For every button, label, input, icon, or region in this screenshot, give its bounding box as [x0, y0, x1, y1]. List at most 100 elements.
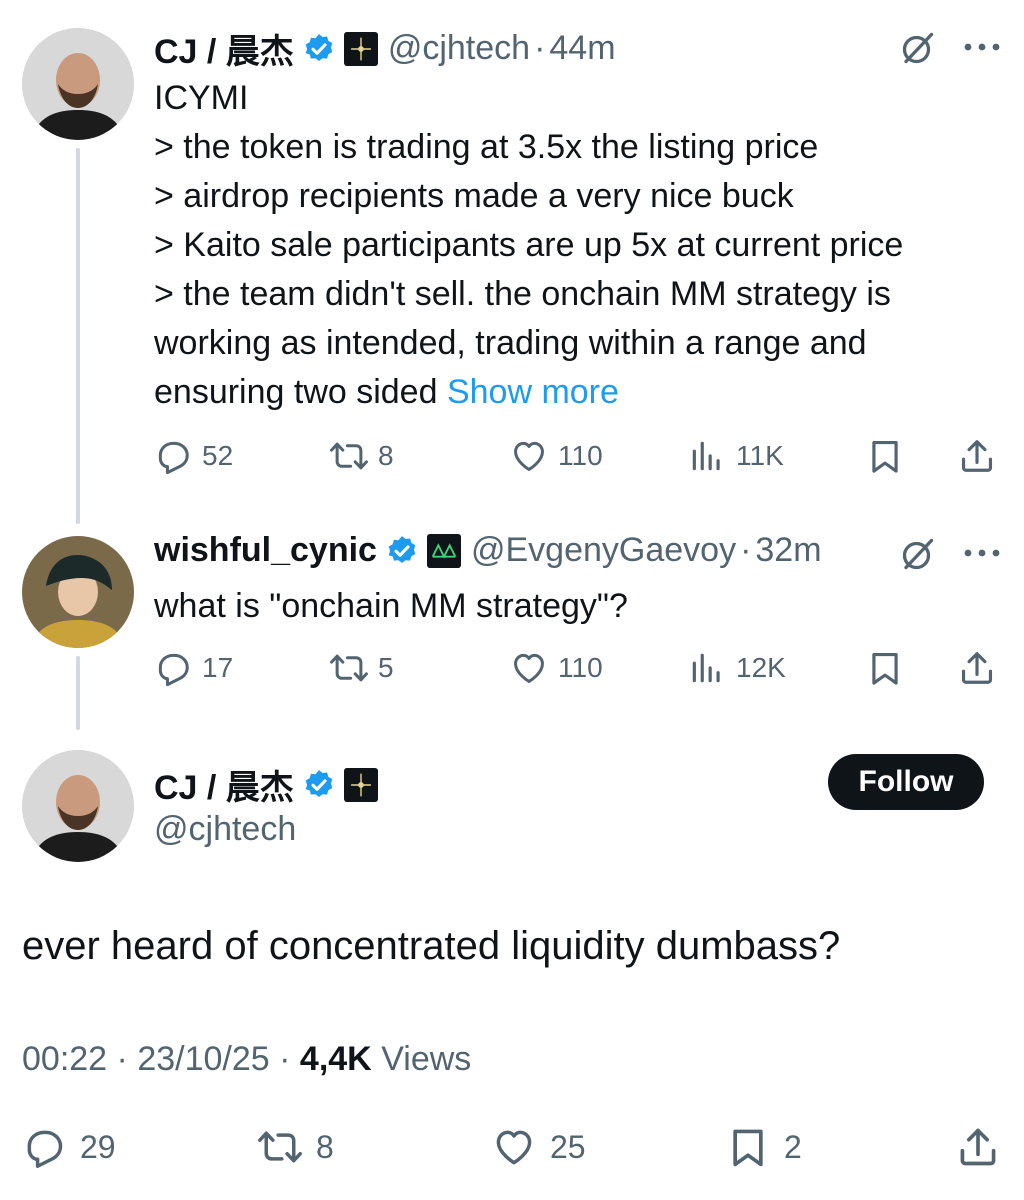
- show-more-link[interactable]: Show more: [447, 373, 619, 411]
- separator-dot: ·: [279, 1040, 291, 1078]
- share-icon: [958, 649, 996, 687]
- share-button[interactable]: [958, 648, 996, 688]
- text-line: working as intended, trading within a ra…: [154, 324, 867, 362]
- bookmark-button[interactable]: [866, 648, 904, 688]
- text-line: > airdrop recipients made a very nice bu…: [154, 177, 794, 215]
- like-icon: [492, 1125, 536, 1169]
- tweet2-actions: 17 5 110 12K: [154, 648, 1004, 688]
- author-handle[interactable]: @cjhtech: [388, 29, 530, 68]
- main-header: CJ / 晨杰: [154, 760, 378, 809]
- share-button[interactable]: [958, 436, 996, 476]
- separator-dot: ·: [116, 1040, 128, 1078]
- reply-button[interactable]: 17: [154, 648, 233, 688]
- bookmark-icon: [726, 1125, 770, 1169]
- views-count: 12K: [736, 652, 786, 683]
- tweet1-header: CJ / 晨杰 @cjhtech · 44m: [154, 24, 616, 73]
- author-handle[interactable]: @EvgenyGaevoy: [471, 531, 736, 570]
- author-handle[interactable]: @cjhtech: [154, 810, 296, 849]
- verified-badge-icon: [302, 768, 336, 802]
- follow-button[interactable]: Follow: [828, 754, 984, 810]
- text-line: ICYMI: [154, 79, 249, 117]
- main-actions: 29 8 25 2: [22, 1124, 1002, 1170]
- views-icon: [688, 649, 726, 687]
- separator-dot: ·: [740, 531, 752, 569]
- reply-count: 29: [80, 1128, 116, 1165]
- views-icon: [688, 437, 726, 475]
- like-count: 110: [558, 652, 603, 683]
- text-line-last: ensuring two sided Show more: [154, 368, 1014, 417]
- bookmark-icon: [866, 437, 904, 475]
- views-count: 4,4K: [299, 1040, 372, 1078]
- text-line: > the token is trading at 3.5x the listi…: [154, 128, 819, 166]
- reply-icon: [154, 437, 192, 475]
- avatar-image: [22, 28, 134, 140]
- tweet2-text: what is "onchain MM strategy"?: [154, 582, 1014, 631]
- reply-button[interactable]: 29: [22, 1124, 116, 1170]
- reply-button[interactable]: 52: [154, 436, 233, 476]
- views-count: 11K: [736, 440, 784, 471]
- share-icon: [956, 1125, 1000, 1169]
- verified-badge-icon: [385, 534, 419, 568]
- text-line: > the team didn't sell. the onchain MM s…: [154, 275, 891, 313]
- affiliate-logo-icon[interactable]: [426, 533, 461, 568]
- tweet2-header: wishful_cynic @EvgenyGaevoy · 32m: [154, 531, 822, 570]
- repost-icon: [330, 649, 368, 687]
- like-button[interactable]: 110: [510, 648, 603, 688]
- tweet1-text: ICYMI > the token is trading at 3.5x the…: [154, 74, 1014, 417]
- reply-icon: [22, 1125, 66, 1169]
- author-name[interactable]: CJ / 晨杰: [154, 24, 294, 73]
- separator-dot: ·: [534, 29, 546, 67]
- repost-button[interactable]: 5: [330, 648, 394, 688]
- bookmark-count: 2: [784, 1128, 802, 1165]
- like-icon: [510, 437, 548, 475]
- like-button[interactable]: 110: [510, 436, 603, 476]
- text-line: > Kaito sale participants are up 5x at c…: [154, 226, 904, 264]
- like-count: 110: [558, 440, 603, 471]
- avatar-image: [22, 750, 134, 862]
- verified-badge-icon: [302, 32, 336, 66]
- repost-count: 8: [316, 1128, 334, 1165]
- views-button[interactable]: 11K: [688, 436, 784, 476]
- share-button[interactable]: [956, 1124, 1000, 1170]
- views-button[interactable]: 12K: [688, 648, 786, 688]
- like-count: 25: [550, 1128, 586, 1165]
- reply-count: 17: [202, 652, 234, 683]
- author-name[interactable]: CJ / 晨杰: [154, 760, 294, 809]
- post-date[interactable]: 23/10/25: [137, 1040, 269, 1078]
- repost-count: 5: [378, 652, 394, 683]
- bookmark-button[interactable]: 2: [726, 1124, 802, 1170]
- avatar[interactable]: [22, 750, 134, 862]
- tweet1-actions: 52 8 110 11K: [154, 436, 1004, 476]
- text-line: what is "onchain MM strategy"?: [154, 587, 628, 625]
- like-icon: [510, 649, 548, 687]
- main-tweet-text: ever heard of concentrated liquidity dum…: [22, 924, 841, 968]
- share-icon: [958, 437, 996, 475]
- post-time[interactable]: 32m: [755, 531, 821, 570]
- thread-connector: [76, 148, 80, 524]
- like-button[interactable]: 25: [492, 1124, 586, 1170]
- post-time[interactable]: 00:22: [22, 1040, 107, 1078]
- text-line: ensuring two sided: [154, 373, 447, 411]
- post-time[interactable]: 44m: [549, 29, 615, 68]
- affiliate-logo-icon[interactable]: [343, 767, 378, 802]
- repost-button[interactable]: 8: [258, 1124, 334, 1170]
- bookmark-icon: [866, 649, 904, 687]
- bookmark-button[interactable]: [866, 436, 904, 476]
- repost-button[interactable]: 8: [330, 436, 394, 476]
- author-name[interactable]: wishful_cynic: [154, 531, 377, 570]
- reply-count: 52: [202, 440, 234, 471]
- grok-icon[interactable]: [900, 30, 936, 66]
- repost-icon: [258, 1125, 302, 1169]
- thread-connector: [76, 656, 80, 730]
- grok-icon[interactable]: [900, 536, 936, 572]
- repost-icon: [330, 437, 368, 475]
- repost-count: 8: [378, 440, 394, 471]
- affiliate-logo-icon[interactable]: [343, 31, 378, 66]
- avatar[interactable]: [22, 536, 134, 648]
- more-icon[interactable]: [962, 548, 1002, 558]
- more-icon[interactable]: [962, 42, 1002, 52]
- avatar-image: [22, 536, 134, 648]
- timestamp-row: 00:22 · 23/10/25 · 4,4K Views: [22, 1040, 471, 1079]
- avatar[interactable]: [22, 28, 134, 140]
- reply-icon: [154, 649, 192, 687]
